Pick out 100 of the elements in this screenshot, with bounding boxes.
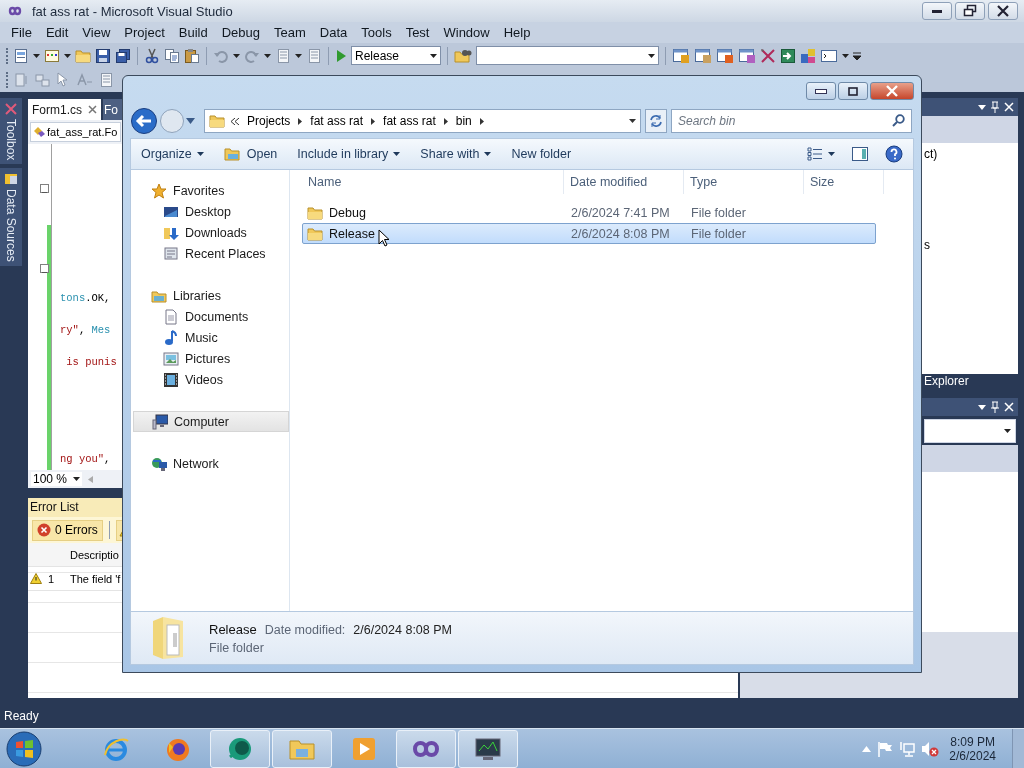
breadcrumb-item[interactable]: fat ass rat	[381, 114, 438, 128]
menu-item[interactable]: Tools	[354, 23, 399, 42]
file-row[interactable]: Release 2/6/2024 8:08 PM File folder	[302, 223, 876, 244]
panel-tab[interactable]: Explorer	[924, 374, 969, 388]
speaker-muted-icon[interactable]	[921, 740, 940, 757]
tools-icon[interactable]	[760, 47, 776, 64]
breadcrumb-item[interactable]: fat ass rat	[308, 114, 366, 128]
side-tab[interactable]: Data Sources	[0, 168, 22, 267]
save-all-icon[interactable]	[115, 47, 131, 64]
nav-item[interactable]: Music	[133, 327, 289, 348]
copy-icon[interactable]	[164, 47, 180, 64]
text-lines-icon[interactable]	[98, 72, 114, 88]
chevron-icon[interactable]	[443, 117, 448, 125]
command-button[interactable]: New folder	[511, 147, 572, 161]
nav-item[interactable]: Pictures	[133, 348, 289, 369]
scissors-icon[interactable]	[144, 47, 160, 64]
caret-icon[interactable]	[233, 53, 240, 58]
menu-item[interactable]: Data	[312, 23, 355, 42]
menu-item[interactable]: Project	[117, 23, 172, 42]
configuration-dropdown[interactable]: Release	[351, 46, 441, 65]
close-icon[interactable]	[88, 105, 97, 114]
search-dropdown[interactable]	[476, 46, 659, 65]
column-header[interactable]: Type	[684, 170, 804, 194]
pin-icon[interactable]	[990, 101, 1000, 113]
folder-search-icon[interactable]	[454, 47, 472, 64]
nav-item[interactable]: Computer	[133, 411, 289, 432]
properties-icon[interactable]	[694, 47, 712, 64]
caret-icon[interactable]	[978, 404, 986, 410]
maximize-button[interactable]	[838, 82, 868, 100]
chevron-icon[interactable]	[298, 117, 303, 125]
document-tab[interactable]: Form1.cs	[28, 99, 101, 120]
command-button[interactable]: Organize	[141, 147, 204, 161]
column-header[interactable]: Descriptio	[64, 548, 119, 561]
form-icon[interactable]	[44, 47, 60, 64]
save-icon[interactable]	[95, 47, 111, 64]
chevrons-icon[interactable]	[231, 117, 239, 125]
menu-item[interactable]: Edit	[38, 23, 76, 42]
nav-item[interactable]: Recent Places	[133, 243, 289, 264]
file-row[interactable]: Debug 2/6/2024 7:41 PM File folder	[302, 202, 876, 223]
edit-window-icon[interactable]	[738, 47, 756, 64]
address-bar[interactable]: Projects fat ass rat fat ass rat bin	[204, 109, 641, 133]
errors-filter-button[interactable]: 0 Errors	[32, 519, 103, 541]
breadcrumb-item[interactable]: bin	[453, 114, 474, 128]
side-tab[interactable]: Toolbox	[0, 98, 22, 165]
caret-icon[interactable]	[295, 53, 302, 58]
menu-item[interactable]: File	[4, 23, 39, 42]
help-icon[interactable]	[885, 145, 903, 163]
nav-item[interactable]: Documents	[133, 306, 289, 327]
menu-item[interactable]: Debug	[214, 23, 267, 42]
restore-button[interactable]	[955, 2, 985, 20]
menu-item[interactable]: Team	[267, 23, 313, 42]
window-search-icon[interactable]	[672, 47, 690, 64]
command-button[interactable]: Include in library	[297, 147, 401, 161]
chart-window-icon[interactable]	[716, 47, 734, 64]
caret-icon[interactable]	[264, 53, 271, 58]
column-header[interactable]: Name	[302, 170, 564, 194]
menu-item[interactable]: Window	[436, 23, 497, 42]
menu-item[interactable]: Test	[398, 23, 437, 42]
preview-pane-icon[interactable]	[851, 146, 869, 162]
nav-item[interactable]: Libraries	[133, 285, 289, 306]
caret-icon[interactable]	[978, 104, 986, 110]
caret-icon[interactable]	[629, 119, 636, 123]
column-header[interactable]: Size	[804, 170, 884, 194]
collapse-box[interactable]	[40, 264, 49, 273]
console-icon[interactable]	[820, 47, 838, 64]
clock[interactable]: 8:09 PM 2/6/2024	[945, 734, 1006, 763]
command-button[interactable]: Share with	[420, 147, 492, 161]
back-button-icon[interactable]	[130, 107, 158, 135]
caret-icon[interactable]	[64, 53, 71, 58]
minimize-button[interactable]	[806, 82, 836, 100]
views-button[interactable]	[807, 147, 835, 161]
menu-item[interactable]: View	[75, 23, 118, 42]
caret-icon[interactable]	[842, 53, 849, 58]
nav-item[interactable]: Downloads	[133, 222, 289, 243]
breadcrumb-item[interactable]: Projects	[245, 114, 293, 128]
nav-item[interactable]: Network	[133, 453, 289, 474]
nav-item[interactable]: Favorites	[133, 180, 289, 201]
start-orb-icon[interactable]	[6, 730, 42, 767]
minimize-button[interactable]	[922, 2, 952, 20]
paste-icon[interactable]	[184, 47, 200, 64]
document-tab[interactable]: Fo	[103, 99, 122, 120]
nav-item[interactable]: Desktop	[133, 201, 289, 222]
overflow-icon[interactable]	[853, 50, 861, 61]
arrow-box-icon[interactable]	[780, 47, 796, 64]
chevron-icon[interactable]	[371, 117, 376, 125]
search-icon[interactable]	[892, 114, 905, 127]
collapse-box[interactable]	[40, 184, 49, 193]
refresh-button[interactable]	[645, 109, 667, 133]
search-field[interactable]: Search bin	[671, 109, 912, 133]
pin-icon[interactable]	[990, 401, 1000, 413]
column-header[interactable]: Date modified	[564, 170, 684, 194]
chevron-icon[interactable]	[479, 117, 484, 125]
type-dropdown[interactable]: fat_ass_rat.Fo	[30, 122, 121, 142]
close-button[interactable]	[988, 2, 1018, 20]
command-button[interactable]: Open	[223, 146, 278, 162]
document-icon[interactable]	[13, 47, 29, 64]
menu-item[interactable]: Build	[171, 23, 215, 42]
nav-item[interactable]: Videos	[133, 369, 289, 390]
zoom-dropdown[interactable]: 100 %	[31, 472, 83, 486]
caret-icon[interactable]	[33, 53, 40, 58]
